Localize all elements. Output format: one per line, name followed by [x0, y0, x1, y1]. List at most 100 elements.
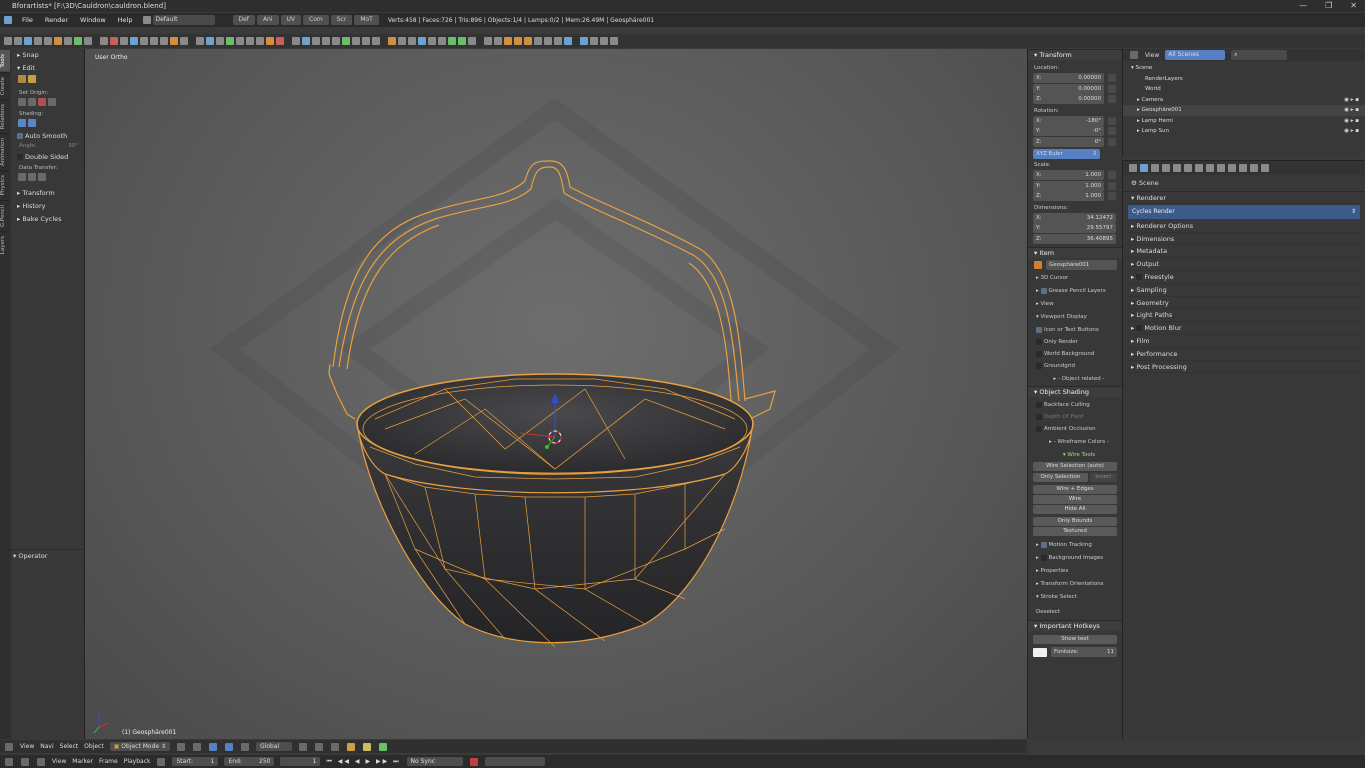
toolbar-tool-icon[interactable]	[44, 37, 52, 45]
panel-3d-cursor[interactable]: ▸ 3D Cursor	[1028, 272, 1122, 285]
outliner-item-scene[interactable]: ▾ Scene	[1123, 63, 1365, 74]
dof-toggle[interactable]: Depth Of Field	[1028, 411, 1122, 423]
snap-icon[interactable]	[315, 742, 324, 751]
gp-layers-checkbox[interactable]	[1040, 287, 1047, 294]
shade-flat-icon[interactable]	[28, 119, 36, 127]
record-icon[interactable]	[469, 757, 478, 766]
icon-text-toggle[interactable]: Icon or Text Buttons	[1028, 324, 1122, 336]
panel-freestyle[interactable]: ▸ Freestyle	[1123, 271, 1365, 284]
manipulator-translate-icon[interactable]	[209, 742, 218, 751]
auto-smooth-toggle[interactable]: Auto Smooth	[11, 131, 84, 142]
toolbar-tool-icon[interactable]	[130, 37, 138, 45]
panel-gp-layers[interactable]: ▸ Grease Pencil Layers	[1028, 285, 1122, 298]
motion-tracking-checkbox[interactable]	[1040, 541, 1047, 548]
tab-layers[interactable]: Layers	[0, 230, 10, 258]
rotation-field[interactable]: Y: -0°	[1033, 126, 1104, 137]
outliner-filter-select[interactable]: All Scenes	[1165, 50, 1226, 60]
wire-tools-toggle[interactable]: ▾ Wire Tools	[1028, 449, 1122, 461]
dimension-field[interactable]: Z: 36.40895	[1033, 233, 1116, 244]
timeline-menu-playback[interactable]: Playback	[124, 758, 151, 765]
toolbar-tool-icon[interactable]	[302, 37, 310, 45]
toolbar-tool-icon[interactable]	[448, 37, 456, 45]
toolbar-tool-icon[interactable]	[150, 37, 158, 45]
orientation-select[interactable]: Global	[256, 742, 293, 751]
lock-icon[interactable]	[1108, 181, 1116, 190]
tab-def[interactable]: Def	[232, 15, 255, 25]
render-anim-icon[interactable]	[363, 742, 372, 751]
current-frame-field[interactable]: 1	[280, 757, 321, 766]
outliner-item-camera[interactable]: ▸ Camera ◉ ▸ ▪	[1123, 95, 1365, 106]
location-field[interactable]: X: 0.00000	[1033, 73, 1104, 84]
render-engine-select[interactable]: Cycles Render ⇕	[1128, 204, 1360, 219]
toolbar-tool-icon[interactable]	[484, 37, 492, 45]
panel-snap[interactable]: ▸ Snap	[11, 49, 84, 62]
tab-animation[interactable]: Animation	[0, 133, 10, 171]
end-frame-field[interactable]: End: 250	[224, 757, 275, 766]
properties-tab-icon[interactable]	[1217, 164, 1225, 172]
panel-operator[interactable]: ▾ Operator	[7, 549, 85, 562]
lock-icon[interactable]	[1108, 84, 1116, 93]
toolbar-tool-icon[interactable]	[398, 37, 406, 45]
menu-help[interactable]: Help	[112, 16, 139, 24]
world-bg-toggle[interactable]: World Background	[1028, 348, 1122, 360]
rotation-mode-select[interactable]: XYZ Euler ⇕	[1033, 149, 1100, 159]
groundgrid-checkbox[interactable]	[1036, 362, 1042, 369]
preview-range-icon[interactable]	[157, 757, 166, 766]
timeline-menu-frame[interactable]: Frame	[99, 758, 118, 765]
properties-tab-icon[interactable]	[1250, 164, 1258, 172]
keying-set-select[interactable]	[484, 757, 545, 766]
panel-motion-tracking[interactable]: ▸ Motion Tracking	[1028, 539, 1122, 552]
toolbar-tool-icon[interactable]	[100, 37, 108, 45]
outliner-editor-icon[interactable]	[1130, 51, 1138, 59]
fontsize-field[interactable]: Fontsize: 11	[1051, 647, 1117, 657]
toolbar-tool-icon[interactable]	[342, 37, 350, 45]
toolbar-tool-icon[interactable]	[312, 37, 320, 45]
panel-geometry[interactable]: ▸ Geometry	[1123, 297, 1365, 310]
maximize-icon[interactable]: ❐	[1325, 0, 1332, 12]
dimension-field[interactable]: Y: 29.55797	[1033, 223, 1116, 234]
toolbar-tool-icon[interactable]	[256, 37, 264, 45]
backface-toggle[interactable]: Backface Culling	[1028, 399, 1122, 411]
toolbar-tool-icon[interactable]	[580, 37, 588, 45]
toolbar-tool-icon[interactable]	[292, 37, 300, 45]
panel-post-processing[interactable]: ▸ Post Processing	[1123, 361, 1365, 374]
item-name-field[interactable]: Geosphäre001	[1046, 260, 1117, 270]
toolbar-tool-icon[interactable]	[276, 37, 284, 45]
panel-motion-blur[interactable]: ▸ Motion Blur	[1123, 322, 1365, 335]
menu-file[interactable]: File	[16, 16, 39, 24]
header-menu-view[interactable]: View	[20, 743, 34, 750]
panel-edit[interactable]: ▾ Edit	[11, 62, 84, 75]
panel-enable-checkbox[interactable]	[1136, 273, 1143, 280]
hide-all-button[interactable]: Hide All	[1033, 505, 1117, 514]
scale-field[interactable]: X: 1.000	[1033, 170, 1104, 181]
toolbar-tool-icon[interactable]	[418, 37, 426, 45]
panel-view[interactable]: ▸ View	[1028, 298, 1122, 311]
visibility-icon[interactable]: ◉ ▸ ▪	[1344, 116, 1359, 127]
toolbar-tool-icon[interactable]	[216, 37, 224, 45]
toolbar-tool-icon[interactable]	[74, 37, 82, 45]
toolbar-tool-icon[interactable]	[372, 37, 380, 45]
properties-tab-icon[interactable]	[1151, 164, 1159, 172]
viewport-3d[interactable]: User Ortho (1) Geosphäre001	[85, 49, 1027, 739]
toolbar-tool-icon[interactable]	[54, 37, 62, 45]
toolbar-tool-icon[interactable]	[266, 37, 274, 45]
toolbar-tool-icon[interactable]	[428, 37, 436, 45]
start-frame-field[interactable]: Start: 1	[172, 757, 219, 766]
sync-select[interactable]: No Sync	[406, 757, 463, 766]
visibility-icon[interactable]: ◉ ▸ ▪	[1344, 95, 1359, 106]
dimension-field[interactable]: X: 34.12472	[1033, 212, 1116, 223]
outliner-view-menu[interactable]: View	[1145, 52, 1159, 59]
header-menu-select[interactable]: Select	[60, 743, 79, 750]
toolbar-tool-icon[interactable]	[140, 37, 148, 45]
header-menu-navi[interactable]: Navi	[40, 743, 53, 750]
menu-window[interactable]: Window	[74, 16, 112, 24]
lock-icon[interactable]	[1108, 127, 1116, 136]
lock-icon[interactable]	[1108, 95, 1116, 104]
proportional-edit-icon[interactable]	[331, 742, 340, 751]
transfer-layout-icon[interactable]	[28, 173, 36, 181]
textured-button[interactable]: Textured	[1033, 527, 1117, 536]
panel-output[interactable]: ▸ Output	[1123, 258, 1365, 271]
toolbar-tool-icon[interactable]	[170, 37, 178, 45]
panel-history[interactable]: ▸ History	[11, 200, 84, 213]
playback-controls[interactable]: ⏮ ◀◀ ◀ ▶ ▶▶ ⏭	[326, 758, 400, 766]
